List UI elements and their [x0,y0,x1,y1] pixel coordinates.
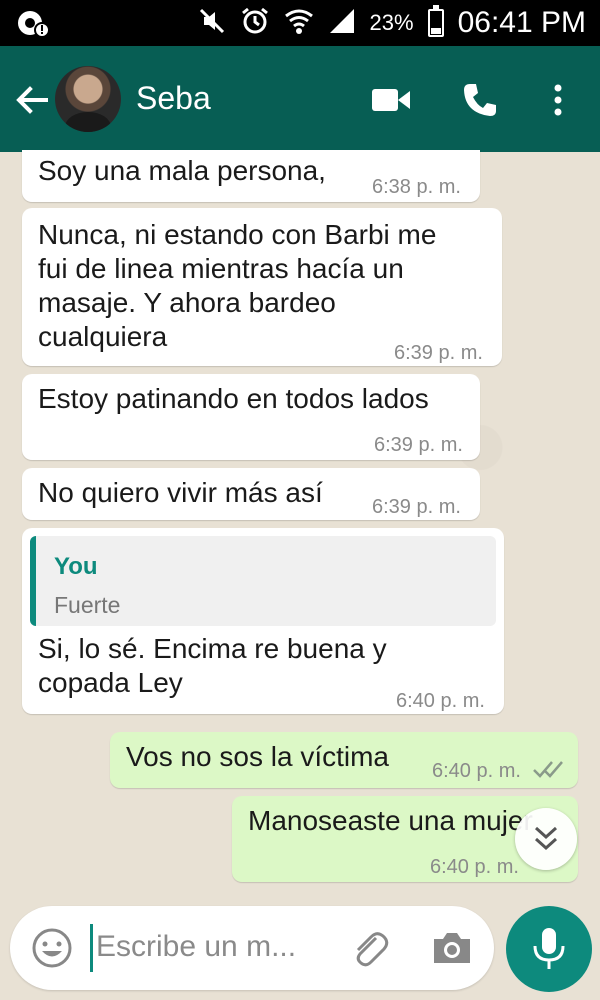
message-line: cualquiera [38,321,168,352]
message-time: 6:38 p. m. [372,176,461,198]
camera-icon[interactable] [430,926,474,975]
message-time: 6:39 p. m. [374,434,463,456]
message-line: masaje. Y ahora bardeo [38,287,336,318]
data-saver-icon [16,8,52,43]
message-time: 6:39 p. m. [372,496,461,518]
message-time: 6:40 p. m. [396,690,485,712]
message-bubble-incoming[interactable]: No quiero vivir más así 6:39 p. m. [22,468,480,520]
more-options-icon[interactable] [540,80,580,120]
message-line: copada Ley [38,667,183,698]
status-bar: 23% 06:41 PM [0,0,600,46]
contact-name[interactable]: Seba [136,80,211,117]
message-time: 6:40 p. m. [430,856,519,878]
attach-icon[interactable] [346,926,390,975]
message-text: Nunca, ni estando con Barbi me fui de li… [38,218,436,354]
message-text: Manoseaste una mujer [248,805,533,836]
message-line: fui de linea mientras hacía un [38,253,404,284]
mic-button[interactable] [506,906,592,992]
quote-author: You [54,553,98,580]
quote-text: Fuerte [54,592,121,618]
message-text: No quiero vivir más así [38,477,323,508]
battery-icon [427,5,444,37]
avatar[interactable] [55,66,121,132]
message-bubble-incoming[interactable]: Nunca, ni estando con Barbi me fui de li… [22,208,502,366]
message-line: Si, lo sé. Encima re buena y [38,633,387,664]
message-text: Soy una mala persona, [38,155,326,186]
message-input[interactable] [90,922,336,972]
video-call-icon[interactable] [370,80,410,120]
mic-icon [531,926,567,977]
message-time: 6:40 p. m. [432,760,521,782]
emoji-icon[interactable] [30,926,74,975]
message-bubble-outgoing[interactable]: Vos no sos la víctima 6:40 p. m. [110,732,578,788]
message-bubble-incoming[interactable]: Soy una mala persona, 6:38 p. m. [22,150,480,202]
message-bubble-incoming-reply[interactable]: You Fuerte Si, lo sé. Encima re buena y … [22,528,504,714]
double-check-icon [532,754,566,788]
scroll-down-button[interactable] [515,808,577,870]
message-text: Estoy patinando en todos lados [38,383,429,414]
wifi-icon [284,6,314,41]
phone-icon[interactable] [460,80,500,120]
battery-percent: 23% [369,10,414,35]
mute-icon [198,7,226,40]
back-arrow-icon[interactable] [12,80,52,120]
status-time: 06:41 PM [457,6,586,39]
message-bubble-incoming[interactable]: Estoy patinando en todos lados 6:39 p. m… [22,374,480,460]
signal-icon [328,7,356,40]
scroll-down-icon [532,824,560,859]
alarm-icon [240,6,270,41]
quoted-message[interactable]: You Fuerte [30,536,496,626]
message-line: Nunca, ni estando con Barbi me [38,219,437,250]
message-time: 6:39 p. m. [394,342,483,364]
chat-header: Seba [0,46,600,152]
message-text: Vos no sos la víctima [126,741,390,772]
message-text: Si, lo sé. Encima re buena y copada Ley [38,632,387,700]
composer-bar [10,906,494,990]
